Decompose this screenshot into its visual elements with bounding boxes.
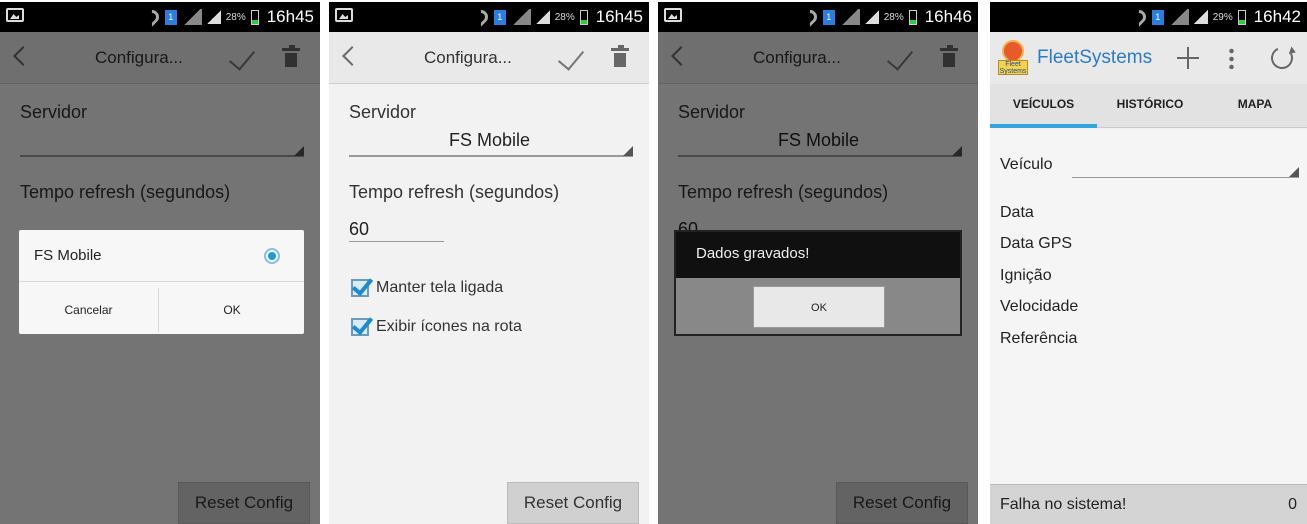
vehicle-spinner[interactable] — [1072, 177, 1299, 178]
app-title: FleetSystems — [1037, 47, 1153, 68]
vehicle-panel: Veículo Data Data GPS Ignição Velocidade… — [990, 129, 1307, 484]
dropdown-arrow-icon — [1289, 167, 1299, 177]
saved-message: Dados gravados! — [696, 245, 810, 262]
signal-icon — [839, 9, 860, 25]
status-message: Falha no sistema! — [1000, 496, 1127, 513]
field-data: Data — [1000, 204, 1034, 221]
sim-icon: 1 — [1151, 9, 1164, 25]
wifi-icon — [1128, 7, 1149, 27]
field-referencia: Referência — [1000, 330, 1078, 347]
refresh-input-underline — [349, 241, 444, 242]
keep-screen-checkbox[interactable] — [351, 279, 369, 297]
gallery-notification-icon — [6, 8, 24, 22]
check-icon[interactable] — [557, 43, 585, 71]
battery-icon — [579, 9, 588, 25]
sim-icon: 1 — [493, 9, 506, 25]
server-option[interactable]: FS Mobile — [19, 230, 304, 282]
show-icons-label[interactable]: Exibir ícones na rota — [376, 318, 522, 336]
status-bar: 1 28% 16h46 — [658, 2, 978, 32]
ok-button[interactable]: OK — [160, 288, 304, 332]
trash-icon[interactable] — [611, 45, 629, 67]
battery-icon — [908, 9, 917, 25]
gallery-notification-icon — [664, 8, 682, 22]
logo-text: Fleet Systems — [998, 60, 1028, 75]
clock: 16h45 — [595, 7, 643, 26]
sim-icon: 1 — [164, 9, 177, 25]
tab-mapa[interactable]: MAPA — [1203, 84, 1307, 128]
server-select-dialog: FS Mobile Cancelar OK — [19, 230, 304, 334]
tab-historico[interactable]: HISTÓRICO — [1097, 84, 1203, 128]
refresh-icon[interactable] — [1267, 43, 1297, 73]
screen-config-saved: 1 28% 16h46 Configura... Servidor FS Mob… — [658, 2, 978, 524]
keep-screen-label[interactable]: Manter tela ligada — [376, 279, 503, 297]
battery-percent: 28% — [883, 11, 904, 23]
battery-icon — [250, 9, 259, 25]
ok-button[interactable]: OK — [753, 286, 885, 328]
status-bar: 1 28% 16h45 — [0, 2, 320, 32]
signal-icon — [864, 10, 879, 24]
signal-icon — [206, 10, 221, 24]
signal-icon — [181, 9, 202, 25]
clock: 16h45 — [266, 7, 314, 26]
dropdown-arrow-icon — [623, 146, 633, 156]
wifi-icon — [799, 7, 820, 27]
action-bar: Fleet Systems FleetSystems — [990, 32, 1307, 84]
show-icons-checkbox[interactable] — [351, 318, 369, 336]
plus-icon[interactable] — [1177, 47, 1199, 69]
status-footer: Falha no sistema! 0 — [990, 484, 1307, 524]
saved-dialog-header: Dados gravados! — [676, 232, 960, 278]
cancel-button[interactable]: Cancelar — [19, 288, 159, 332]
screen-fleetsystems-main: 1 29% 16h42 Fleet Systems FleetSystems V… — [990, 2, 1307, 524]
page-title: Configura... — [424, 48, 512, 67]
wifi-icon — [141, 7, 162, 27]
refresh-input[interactable]: 60 — [349, 219, 369, 240]
server-option-label: FS Mobile — [34, 247, 102, 264]
tab-bar: VEÍCULOS HISTÓRICO MAPA — [990, 84, 1307, 128]
field-ignicao: Ignição — [1000, 267, 1052, 284]
signal-icon — [1193, 10, 1208, 24]
reset-config-button[interactable]: Reset Config — [507, 482, 639, 524]
more-vertical-icon[interactable] — [1229, 47, 1234, 69]
server-spinner-value[interactable]: FS Mobile — [449, 130, 530, 151]
status-bar: 1 28% 16h45 — [329, 2, 649, 32]
vehicle-label: Veículo — [1000, 156, 1053, 173]
field-velocidade: Velocidade — [1000, 298, 1079, 315]
server-spinner[interactable] — [349, 155, 633, 157]
back-arrow-icon[interactable] — [342, 46, 362, 66]
signal-icon — [535, 10, 550, 24]
battery-percent: 29% — [1212, 11, 1233, 23]
signal-icon — [1168, 9, 1189, 25]
fleetsystems-logo: Fleet Systems — [997, 35, 1029, 78]
field-data-gps: Data GPS — [1000, 235, 1073, 252]
server-label: Servidor — [349, 102, 417, 122]
signal-icon — [510, 9, 531, 25]
battery-percent: 28% — [225, 11, 246, 23]
battery-percent: 28% — [554, 11, 575, 23]
sim-icon: 1 — [822, 9, 835, 25]
tab-veiculos[interactable]: VEÍCULOS — [990, 84, 1097, 128]
clock: 16h46 — [924, 7, 972, 26]
radio-selected-icon[interactable] — [264, 248, 280, 264]
wifi-icon — [470, 7, 491, 27]
saved-dialog: Dados gravados! OK — [674, 230, 962, 336]
refresh-label: Tempo refresh (segundos) — [349, 182, 560, 202]
screen-config-form: 1 28% 16h45 Configura... Servidor FS Mob… — [329, 2, 649, 524]
gallery-notification-icon — [335, 8, 353, 22]
status-bar: 1 29% 16h42 — [990, 2, 1307, 32]
screen-config-select-server: 1 28% 16h45 Configura... Servidor Tempo … — [0, 2, 320, 524]
action-bar: Configura... — [329, 32, 649, 84]
battery-icon — [1237, 9, 1246, 25]
status-count: 0 — [1288, 496, 1297, 513]
clock: 16h42 — [1253, 7, 1301, 26]
